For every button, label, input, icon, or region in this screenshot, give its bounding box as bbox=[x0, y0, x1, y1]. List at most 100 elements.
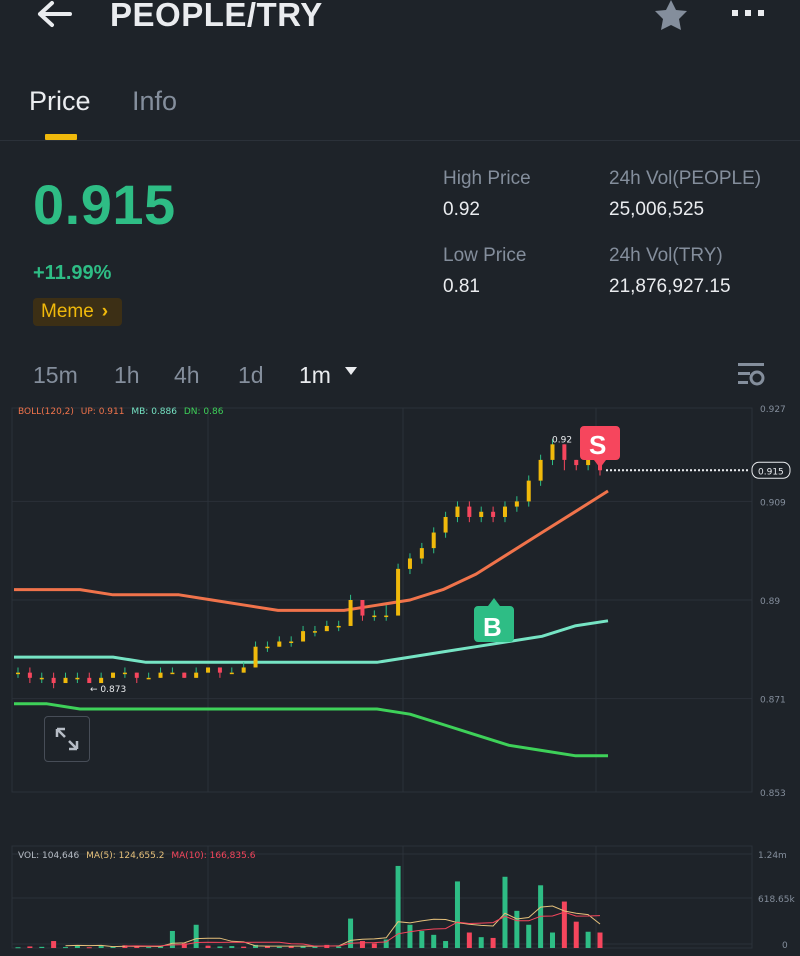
candle-body bbox=[27, 672, 32, 678]
price-tick-label: 0.909 bbox=[760, 498, 786, 508]
candle-body bbox=[372, 615, 377, 618]
candle-body bbox=[99, 677, 104, 684]
volume-bar bbox=[514, 910, 520, 948]
candle-body bbox=[324, 625, 329, 632]
svg-text:BOLL(120,2) UP: 0.911: BOLL(120,2) UP: 0.911 MB: 0.886 DN: 0.86 bbox=[18, 407, 224, 417]
boll-upper-line bbox=[14, 489, 609, 612]
volume-bar bbox=[15, 947, 21, 949]
volume-bar bbox=[300, 946, 306, 948]
candle-body bbox=[396, 568, 401, 616]
volume-bar bbox=[371, 943, 377, 948]
chart-settings-icon[interactable] bbox=[736, 360, 766, 388]
vol-label: VOL: 104,646 bbox=[18, 851, 79, 861]
tab-price[interactable]: Price bbox=[29, 86, 91, 117]
volume-bar bbox=[561, 901, 567, 948]
more-horizontal-icon[interactable] bbox=[730, 4, 766, 24]
volume-bar bbox=[454, 881, 460, 948]
volume-tick-label: 618.65k bbox=[758, 895, 795, 905]
candle-body bbox=[538, 459, 543, 481]
volume-bars bbox=[15, 865, 603, 949]
volume-bar bbox=[466, 932, 472, 948]
candle-body bbox=[265, 646, 270, 649]
volume-axis: 1.24m 618.65k 0 bbox=[758, 851, 795, 951]
candle-body bbox=[360, 600, 365, 616]
bollinger-bands bbox=[14, 489, 609, 758]
timeframe-15m[interactable]: 15m bbox=[33, 362, 78, 389]
price-change-percent: +11.99% bbox=[33, 262, 112, 284]
volume-bar bbox=[217, 946, 223, 948]
volume-bar bbox=[39, 946, 45, 948]
top-bar: PEOPLE/TRY bbox=[0, 0, 800, 40]
candle-body bbox=[170, 672, 175, 675]
volume-grid bbox=[11, 845, 753, 949]
boll-middle-line bbox=[14, 619, 609, 664]
candle-body bbox=[384, 615, 389, 618]
volume-bar bbox=[407, 924, 413, 948]
volume-bar bbox=[98, 946, 104, 948]
timeframe-1m[interactable]: 1m bbox=[299, 362, 331, 389]
boll-dn-label: DN: 0.86 bbox=[184, 407, 224, 417]
tab-divider bbox=[0, 140, 800, 141]
candle-body bbox=[182, 672, 187, 678]
low-marker-label: ← 0.873 bbox=[90, 685, 126, 695]
timeframe-1d[interactable]: 1d bbox=[238, 362, 264, 389]
ma10-label: MA(10): 166,835.6 bbox=[171, 851, 255, 861]
candle-body bbox=[51, 677, 56, 684]
candle-body bbox=[241, 667, 246, 673]
fullscreen-button[interactable] bbox=[44, 716, 90, 762]
volume-bar bbox=[51, 941, 57, 948]
candle-body bbox=[443, 516, 448, 533]
candle-body bbox=[39, 677, 44, 680]
candle-body bbox=[217, 667, 222, 673]
candle-body bbox=[431, 532, 436, 549]
star-icon[interactable] bbox=[652, 0, 690, 32]
candle-body bbox=[277, 641, 282, 647]
volume-bar bbox=[241, 946, 247, 948]
pair-title: PEOPLE/TRY bbox=[110, 0, 323, 33]
volume-bar bbox=[146, 947, 152, 949]
chart-grid bbox=[11, 407, 753, 793]
candle-body bbox=[87, 677, 92, 684]
volume-bar bbox=[336, 946, 342, 948]
tab-info[interactable]: Info bbox=[132, 86, 177, 117]
candle-body bbox=[562, 444, 567, 460]
candle-body bbox=[158, 672, 163, 678]
volume-bar bbox=[549, 932, 555, 948]
volume-bar bbox=[276, 946, 282, 948]
candle-body bbox=[526, 480, 531, 502]
vol-base-value: 25,006,525 bbox=[609, 199, 705, 220]
volume-bar bbox=[229, 946, 235, 948]
boll-mb-label: MB: 0.886 bbox=[131, 407, 177, 417]
candle-body bbox=[194, 672, 199, 678]
volume-bar bbox=[193, 924, 199, 948]
vol-quote-value: 21,876,927.15 bbox=[609, 276, 731, 297]
volume-bar bbox=[359, 941, 365, 948]
candle-body bbox=[289, 641, 294, 644]
candle-body bbox=[301, 631, 306, 642]
chart-overlay: 0.915 0.92 ← 0.873 S B bbox=[90, 426, 791, 695]
volume-bar bbox=[395, 865, 401, 948]
high-marker-label: 0.92 bbox=[552, 435, 572, 445]
volume-bar bbox=[431, 934, 437, 948]
price-tick-label: 0.853 bbox=[760, 789, 786, 799]
candles bbox=[16, 439, 602, 689]
ma5-label: MA(5): 124,655.2 bbox=[86, 851, 164, 861]
meme-tag-button[interactable]: Meme › bbox=[33, 298, 123, 326]
candle-body bbox=[206, 667, 211, 673]
current-price-label: 0.915 bbox=[758, 467, 784, 477]
volume-bar bbox=[597, 932, 603, 948]
volume-bar bbox=[573, 921, 579, 948]
volume-bar bbox=[585, 931, 591, 948]
candle-body bbox=[253, 646, 258, 668]
volume-bar bbox=[526, 924, 532, 948]
price-chart[interactable]: 0.927 0.909 0.89 0.871 0.853 0.915 0.92 ← 0.87… bbox=[0, 400, 800, 956]
volume-ma5-line bbox=[65, 905, 601, 948]
timeframe-1h[interactable]: 1h bbox=[114, 362, 140, 389]
volume-bar bbox=[443, 941, 449, 948]
candle-body bbox=[146, 677, 151, 680]
candle-body bbox=[134, 672, 139, 678]
arrow-left-icon[interactable] bbox=[36, 0, 76, 30]
caret-down-icon[interactable] bbox=[344, 366, 358, 376]
timeframe-4h[interactable]: 4h bbox=[174, 362, 200, 389]
candle-body bbox=[336, 625, 341, 628]
